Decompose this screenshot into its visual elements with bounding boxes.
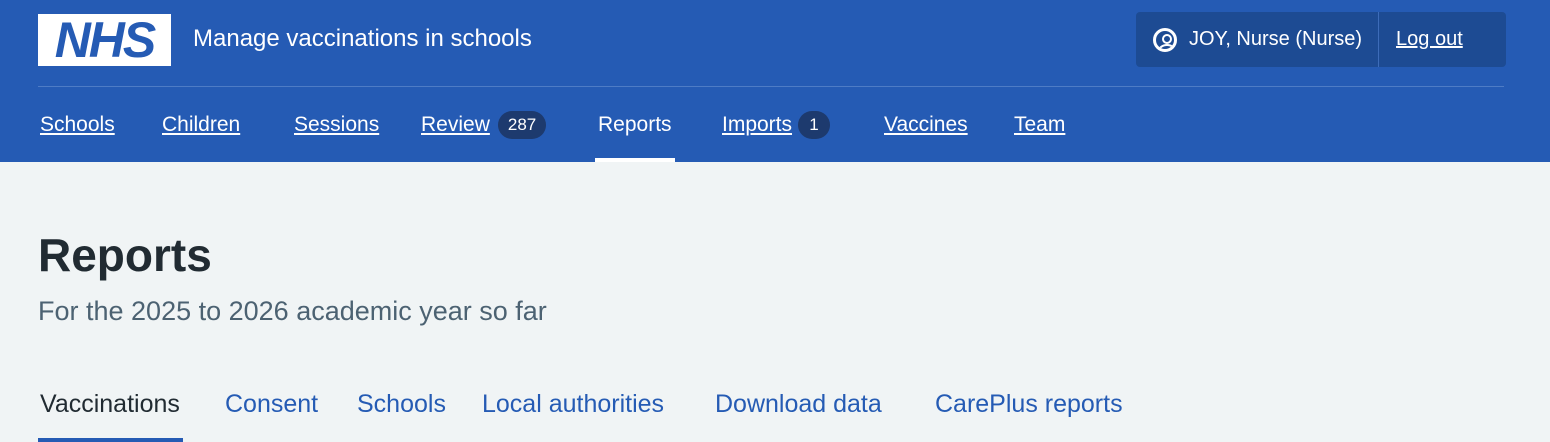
logo-text: NHS bbox=[54, 12, 157, 68]
tab-consent[interactable]: Consent bbox=[225, 380, 318, 442]
logout-link[interactable]: Log out bbox=[1379, 12, 1480, 67]
nav-item-label: Reports bbox=[598, 112, 672, 136]
nav-item-children[interactable]: Children bbox=[162, 87, 240, 162]
account-bar: JOY, Nurse (Nurse) Log out bbox=[1136, 12, 1506, 67]
nav-item-label: Schools bbox=[40, 112, 115, 136]
nav-item-label: Team bbox=[1014, 112, 1066, 136]
nav-item-label: Vaccines bbox=[884, 112, 968, 136]
nav-item-vaccines[interactable]: Vaccines bbox=[884, 87, 968, 162]
nav-item-label: Review bbox=[421, 112, 490, 136]
nav-item-schools[interactable]: Schools bbox=[40, 87, 115, 162]
nav-item-label: Children bbox=[162, 112, 241, 136]
account-user-name: JOY, Nurse (Nurse) bbox=[1189, 28, 1363, 50]
imports-count-badge: 1 bbox=[798, 110, 831, 139]
nhs-logo[interactable]: NHS bbox=[38, 14, 171, 66]
page-caption: For the 2025 to 2026 academic year so fa… bbox=[38, 296, 547, 326]
nav-item-reports[interactable]: Reports bbox=[595, 87, 675, 162]
user-circle-icon bbox=[1153, 27, 1177, 52]
nav-item-sessions[interactable]: Sessions bbox=[294, 87, 379, 162]
tab-careplus-reports[interactable]: CarePlus reports bbox=[935, 380, 1123, 442]
site-header: NHS Manage vaccinations in schools JOY, … bbox=[0, 0, 1550, 162]
service-name[interactable]: Manage vaccinations in schools bbox=[193, 25, 532, 53]
nav-item-label: Sessions bbox=[294, 112, 380, 136]
tab-vaccinations[interactable]: Vaccinations bbox=[38, 380, 183, 442]
nav-item-review[interactable]: Review 287 bbox=[421, 87, 547, 162]
tab-local-authorities[interactable]: Local authorities bbox=[482, 380, 664, 442]
tab-schools[interactable]: Schools bbox=[357, 380, 446, 442]
nav-item-label: Imports bbox=[722, 112, 793, 136]
account-user: JOY, Nurse (Nurse) bbox=[1136, 12, 1380, 67]
primary-navigation: Schools Children Sessions Review 287 Rep… bbox=[0, 87, 1550, 162]
reports-tabs: Vaccinations Consent Schools Local autho… bbox=[0, 380, 1550, 442]
review-count-badge: 287 bbox=[497, 110, 547, 139]
nav-item-imports[interactable]: Imports 1 bbox=[722, 87, 831, 162]
tab-download-data[interactable]: Download data bbox=[715, 380, 882, 442]
nav-item-team[interactable]: Team bbox=[1014, 87, 1065, 162]
header-top: NHS Manage vaccinations in schools JOY, … bbox=[38, 12, 1506, 86]
page-title: Reports bbox=[38, 229, 212, 281]
